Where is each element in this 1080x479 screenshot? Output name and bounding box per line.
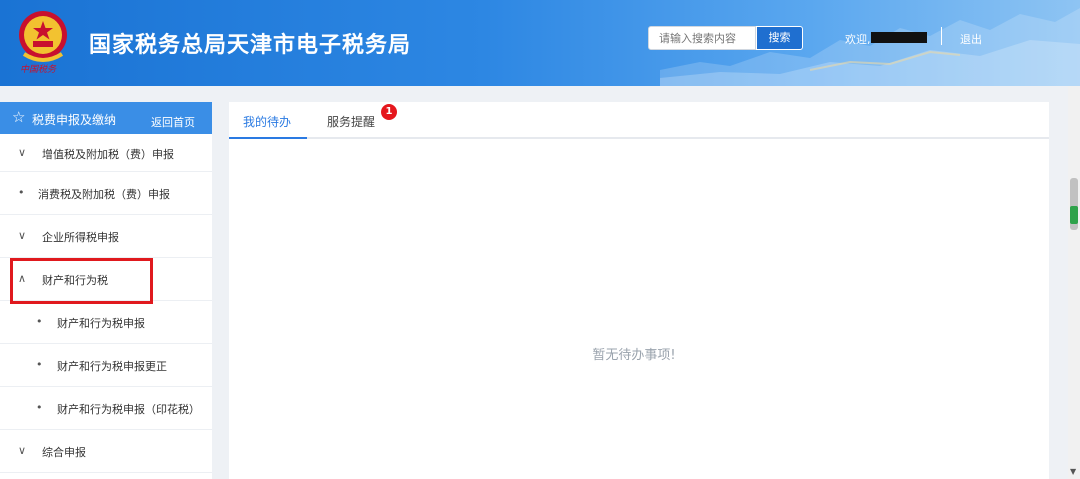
sidebar-item-label: 财产和行为税申报更正 [57, 360, 167, 373]
search-button[interactable]: 搜索 [756, 26, 803, 50]
sidebar-header: ☆ 税费申报及缴纳 返回首页 [0, 102, 212, 134]
empty-state-text: 暂无待办事项! [592, 348, 676, 363]
star-icon: ☆ [12, 108, 26, 126]
welcome-text: 欢迎, [845, 33, 871, 46]
sidebar-item-label: 企业所得税申报 [42, 231, 119, 244]
sidebar-subitem-property-tax-declare[interactable]: • 财产和行为税申报 [0, 301, 212, 344]
sidebar-item-vat[interactable]: ∨ 增值税及附加税（费）申报 [0, 134, 212, 172]
chevron-down-icon: ∨ [18, 444, 27, 457]
logo-motto: 中国税务 [20, 65, 57, 75]
tab-bar: 我的待办 服务提醒 1 [229, 102, 1049, 139]
sidebar-item-label: 增值税及附加税（费）申报 [42, 148, 174, 161]
notification-badge: 1 [381, 104, 397, 120]
header-divider [941, 27, 942, 45]
sidebar-title: 税费申报及缴纳 [32, 113, 117, 127]
active-tab-indicator [229, 137, 307, 139]
redacted-username [871, 32, 927, 43]
bullet-icon: • [18, 186, 25, 199]
chevron-down-icon: ∨ [18, 229, 27, 242]
sidebar-subitem-stamp-tax[interactable]: • 财产和行为税申报（印花税） [0, 387, 212, 430]
page-scrollbar[interactable]: ▼ [1068, 86, 1080, 479]
home-link[interactable]: 返回首页 [151, 114, 195, 130]
main-panel: 我的待办 服务提醒 1 暂无待办事项! [229, 102, 1049, 479]
scroll-down-arrow-icon[interactable]: ▼ [1070, 467, 1076, 476]
tab-my-todo[interactable]: 我的待办 [243, 113, 291, 130]
sidebar-item-corporate-income-tax[interactable]: ∨ 企业所得税申报 [0, 215, 212, 258]
top-header: 中国税务 国家税务总局天津市电子税务局 搜索 欢迎, 退出 [0, 0, 1080, 86]
sidebar-subitem-property-tax-correction[interactable]: • 财产和行为税申报更正 [0, 344, 212, 387]
bullet-icon: • [36, 358, 43, 371]
scrollbar-grip-icon [1070, 206, 1078, 224]
sidebar-item-label: 消费税及附加税（费）申报 [38, 188, 170, 201]
search-input[interactable] [648, 26, 756, 50]
chevron-down-icon: ∨ [18, 146, 27, 159]
sidebar-item-label: 综合申报 [42, 446, 86, 459]
logout-link[interactable]: 退出 [960, 31, 982, 47]
sidebar-item-consumption-tax[interactable]: • 消费税及附加税（费）申报 [0, 172, 212, 215]
tab-service-reminder[interactable]: 服务提醒 [327, 113, 375, 130]
sidebar-item-comprehensive-declare[interactable]: ∨ 综合申报 [0, 430, 212, 473]
site-title: 国家税务总局天津市电子税务局 [89, 33, 412, 58]
bullet-icon: • [36, 401, 43, 414]
highlight-annotation [10, 258, 153, 304]
bullet-icon: • [36, 315, 43, 328]
sidebar-item-label: 财产和行为税申报（印花税） [57, 403, 200, 416]
sidebar-item-label: 财产和行为税申报 [57, 317, 145, 330]
